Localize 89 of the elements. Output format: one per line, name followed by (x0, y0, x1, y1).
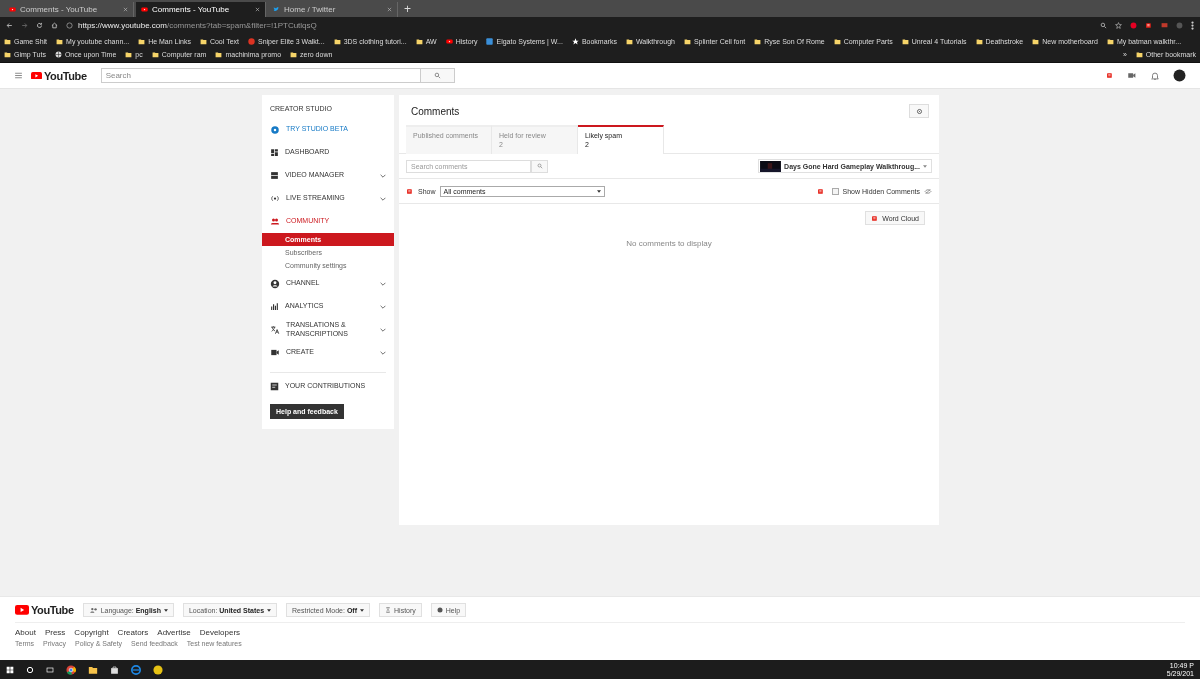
comment-icon (816, 187, 825, 195)
browser-tab[interactable]: Comments - YouTube (136, 2, 266, 17)
play-icon (141, 6, 148, 13)
caret-icon (360, 608, 364, 612)
play-icon (445, 38, 453, 45)
dashboard-icon (270, 148, 279, 157)
folder-icon[interactable] (88, 664, 98, 675)
contributions-icon (270, 382, 279, 391)
badge-icon (248, 38, 255, 45)
settings-button[interactable] (909, 104, 929, 118)
person-icon (88, 606, 98, 614)
caret-icon (596, 189, 601, 193)
youtube-logo-icon (31, 71, 42, 80)
folder-icon (901, 38, 909, 45)
menu-icon[interactable] (1191, 21, 1194, 30)
search-field[interactable]: Search (100, 68, 421, 83)
caret-icon (267, 608, 272, 612)
video-camera-icon[interactable] (1127, 71, 1137, 80)
search-icon (433, 72, 441, 79)
footer-link[interactable]: Advertise (157, 628, 191, 637)
account-icon (270, 278, 280, 289)
avatar-icon[interactable] (1173, 69, 1186, 82)
camera-icon (270, 348, 280, 357)
globe-icon (54, 51, 62, 58)
page-title: Comments (411, 105, 460, 117)
search-circle-icon[interactable] (26, 665, 34, 674)
caret-icon (163, 608, 168, 612)
hourglass-icon (385, 607, 391, 613)
youtube-logo[interactable]: YouTube (15, 604, 74, 616)
gear-icon (270, 124, 280, 135)
comment-icon (871, 214, 880, 222)
comment-icon (406, 187, 414, 195)
empty-message: No comments to display (626, 239, 712, 248)
folder-icon (1135, 51, 1143, 58)
people-icon (270, 217, 280, 226)
new-tab-button[interactable]: + (404, 2, 411, 17)
footer-link[interactable]: About (15, 628, 36, 637)
bell-icon[interactable] (1150, 70, 1160, 81)
extension-icon (1106, 72, 1114, 79)
broadcast-icon (270, 194, 280, 203)
folder-icon (415, 38, 423, 45)
zoom-icon[interactable] (1100, 22, 1107, 29)
settings-icon (915, 107, 923, 115)
forward-arrow-icon[interactable] (21, 22, 28, 29)
search-icon (536, 163, 543, 169)
close-icon (387, 7, 392, 12)
film-strip-icon (270, 171, 279, 180)
back-arrow-icon[interactable] (6, 22, 13, 29)
caret-icon (923, 164, 927, 168)
bar-chart-icon (270, 302, 279, 311)
task-view-icon[interactable] (46, 665, 54, 674)
folder-icon (754, 38, 762, 45)
app-circle-icon[interactable] (153, 664, 163, 675)
footer-link[interactable]: Press (44, 628, 66, 637)
shopping-bag-icon[interactable] (110, 664, 119, 675)
address-bar-url[interactable]: https://www.youtube.com/comments?tab=spam&filter=!1PTCutlqsQ (78, 21, 317, 30)
folder-icon (290, 51, 298, 58)
edge-e-icon[interactable] (131, 664, 141, 675)
youtube-logo-icon (15, 605, 29, 615)
folder-icon (683, 38, 691, 45)
chrome-icon[interactable] (66, 664, 76, 675)
folder-icon (975, 38, 983, 45)
folder-icon (333, 38, 341, 45)
folder-icon (625, 38, 633, 45)
home-icon[interactable] (51, 22, 58, 29)
checkbox[interactable] (831, 187, 839, 195)
folder-icon (1032, 38, 1040, 45)
footer-link[interactable]: Copyright (74, 628, 109, 637)
translate-icon (270, 324, 280, 335)
windows-start-icon[interactable] (6, 665, 14, 674)
bird-icon (273, 6, 280, 13)
youtube-logo[interactable]: YouTube (31, 69, 87, 82)
help-icon (436, 607, 443, 613)
folder-icon (833, 38, 841, 45)
folder-icon (1106, 38, 1114, 45)
footer-link[interactable]: Developers (199, 628, 241, 637)
star-outline-icon[interactable] (1115, 22, 1122, 29)
eye-slash-icon (924, 187, 932, 195)
close-icon (255, 7, 260, 12)
reload-icon[interactable] (36, 22, 43, 29)
close-icon (123, 7, 128, 12)
folder-icon (56, 38, 64, 45)
star-icon (571, 38, 579, 45)
extension-badge-icon[interactable] (1161, 22, 1168, 29)
extension-icon (1145, 22, 1153, 29)
pin-extension-icon[interactable] (1130, 22, 1137, 29)
app-icon (486, 38, 494, 45)
footer-link[interactable]: Creators (117, 628, 149, 637)
play-icon (9, 6, 16, 13)
